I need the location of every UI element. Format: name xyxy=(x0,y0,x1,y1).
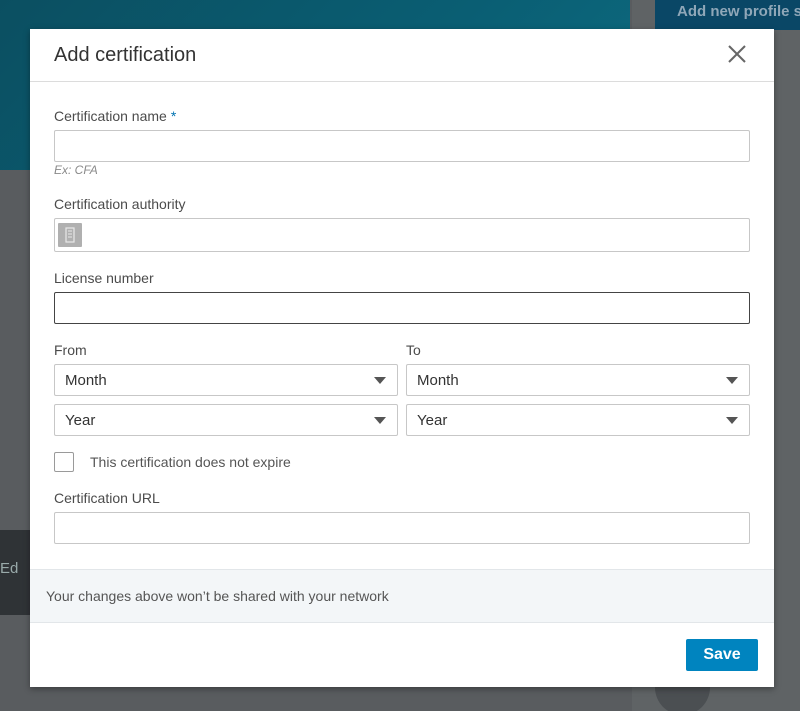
to-year-value: Year xyxy=(417,412,448,429)
license-number-label: License number xyxy=(54,270,154,286)
add-certification-modal: Add certification Certification name * Ex… xyxy=(30,29,774,687)
to-month-select[interactable]: Month xyxy=(406,364,750,396)
certification-name-hint: Ex: CFA xyxy=(54,163,98,177)
certification-form: Certification name * Ex: CFA Certificatio… xyxy=(30,82,774,568)
chevron-down-icon xyxy=(726,417,738,424)
no-expire-checkbox[interactable] xyxy=(54,452,74,472)
license-number-input[interactable] xyxy=(54,292,750,324)
certification-name-label: Certification name * xyxy=(54,108,176,124)
certification-authority-label: Certification authority xyxy=(54,196,186,212)
modal-header: Add certification xyxy=(30,29,774,82)
close-button[interactable] xyxy=(724,41,750,67)
company-icon xyxy=(58,223,82,247)
close-icon xyxy=(728,45,746,63)
left-panel: Ed xyxy=(0,530,30,615)
from-label: From xyxy=(54,342,87,358)
certification-name-input[interactable] xyxy=(54,130,750,162)
to-year-select[interactable]: Year xyxy=(406,404,750,436)
certification-name-label-text: Certification name xyxy=(54,108,167,124)
chevron-down-icon xyxy=(726,377,738,384)
chevron-down-icon xyxy=(374,417,386,424)
from-month-select[interactable]: Month xyxy=(54,364,398,396)
save-button[interactable]: Save xyxy=(686,639,758,671)
privacy-notice: Your changes above won’t be shared with … xyxy=(30,569,774,623)
certification-url-input[interactable] xyxy=(54,512,750,544)
to-month-value: Month xyxy=(417,372,459,389)
to-label: To xyxy=(406,342,421,358)
add-profile-section-button[interactable]: Add new profile section xyxy=(655,0,800,30)
from-month-value: Month xyxy=(65,372,107,389)
required-mark: * xyxy=(170,108,177,124)
certification-url-label: Certification URL xyxy=(54,490,160,506)
left-panel-text: Ed xyxy=(0,560,19,577)
from-year-value: Year xyxy=(65,412,96,429)
certification-authority-input[interactable] xyxy=(54,218,750,252)
chevron-down-icon xyxy=(374,377,386,384)
from-year-select[interactable]: Year xyxy=(54,404,398,436)
no-expire-label: This certification does not expire xyxy=(90,454,291,470)
modal-title: Add certification xyxy=(54,43,197,66)
